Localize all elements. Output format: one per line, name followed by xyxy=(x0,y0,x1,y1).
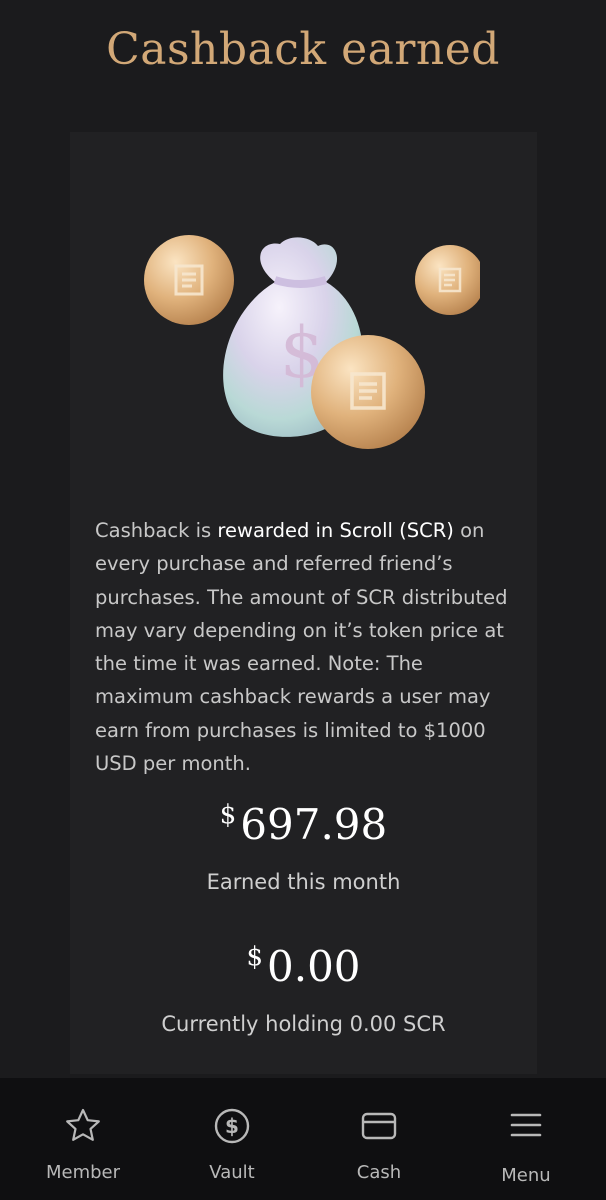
nav-item-vault[interactable]: $ Vault xyxy=(172,1078,292,1200)
amount-value: 0.00 xyxy=(267,942,361,991)
currently-holding-label: Currently holding 0.00 SCR xyxy=(161,1012,446,1036)
nav-label: Cash xyxy=(356,1162,402,1183)
nav-item-cash[interactable]: Cash xyxy=(319,1078,439,1200)
page-title: Cashback earned xyxy=(106,24,500,75)
earned-this-month-label: Earned this month xyxy=(206,870,401,894)
currently-holding-amount: $0.00 xyxy=(70,942,537,991)
nav-item-member[interactable]: Member xyxy=(23,1078,143,1200)
dollar-circle-icon: $ xyxy=(214,1108,250,1144)
description-text-start: Cashback is xyxy=(95,519,218,542)
nav-item-menu[interactable]: Menu xyxy=(466,1078,586,1200)
amount-value: 697.98 xyxy=(240,800,388,849)
nav-label: Vault xyxy=(209,1162,255,1183)
card-icon xyxy=(361,1112,397,1140)
bottom-navigation: Member $ Vault Cash Menu xyxy=(0,1078,606,1200)
nav-label: Menu xyxy=(501,1165,551,1186)
cashback-card: $ Cashback is rewarded in Scroll (SCR) o… xyxy=(70,132,537,1074)
star-icon xyxy=(66,1108,100,1141)
nav-label: Member xyxy=(45,1162,121,1183)
earned-this-month-amount: $697.98 xyxy=(70,800,537,849)
currency-symbol: $ xyxy=(246,942,264,972)
money-bag-illustration: $ xyxy=(144,235,480,449)
description-text-end: on every purchase and referred friend’s … xyxy=(95,519,508,776)
cashback-description: Cashback is rewarded in Scroll (SCR) on … xyxy=(95,514,515,780)
description-highlight: rewarded in Scroll (SCR) xyxy=(217,519,454,542)
hamburger-icon xyxy=(510,1113,542,1137)
svg-text:$: $ xyxy=(225,1114,239,1138)
currency-symbol: $ xyxy=(219,800,237,830)
